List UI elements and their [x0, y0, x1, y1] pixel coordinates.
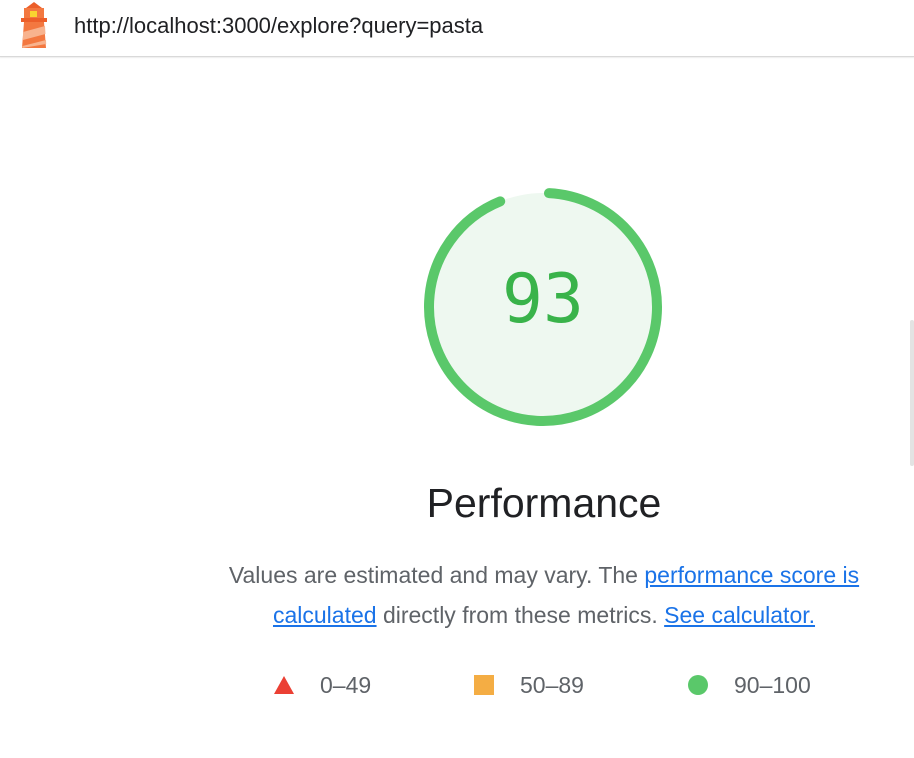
page-url: http://localhost:3000/explore?query=past… [74, 13, 484, 38]
legend-item-average: 50–89 [474, 668, 584, 702]
score-value: 93 [502, 260, 584, 339]
scrollbar[interactable] [910, 320, 914, 466]
category-title: Performance [426, 480, 662, 526]
circle-icon [688, 675, 708, 695]
legend-item-fail: 0–49 [274, 668, 371, 702]
description-text-middle: directly from these metrics. [376, 602, 665, 628]
triangle-icon [274, 676, 294, 694]
square-icon [474, 675, 494, 695]
legend-range-label: 50–89 [520, 671, 584, 698]
lighthouse-icon [16, 2, 52, 50]
see-calculator-link[interactable]: See calculator. [664, 602, 815, 628]
score-description: Values are estimated and may vary. The p… [210, 555, 878, 635]
legend-range-label: 0–49 [320, 671, 372, 698]
url-bar: http://localhost:3000/explore?query=past… [0, 0, 914, 57]
performance-score-gauge: 93 [418, 182, 668, 432]
legend-item-pass: 90–100 [688, 668, 811, 702]
description-text: Values are estimated and may vary. The [228, 562, 645, 588]
legend-range-label: 90–100 [734, 671, 811, 698]
